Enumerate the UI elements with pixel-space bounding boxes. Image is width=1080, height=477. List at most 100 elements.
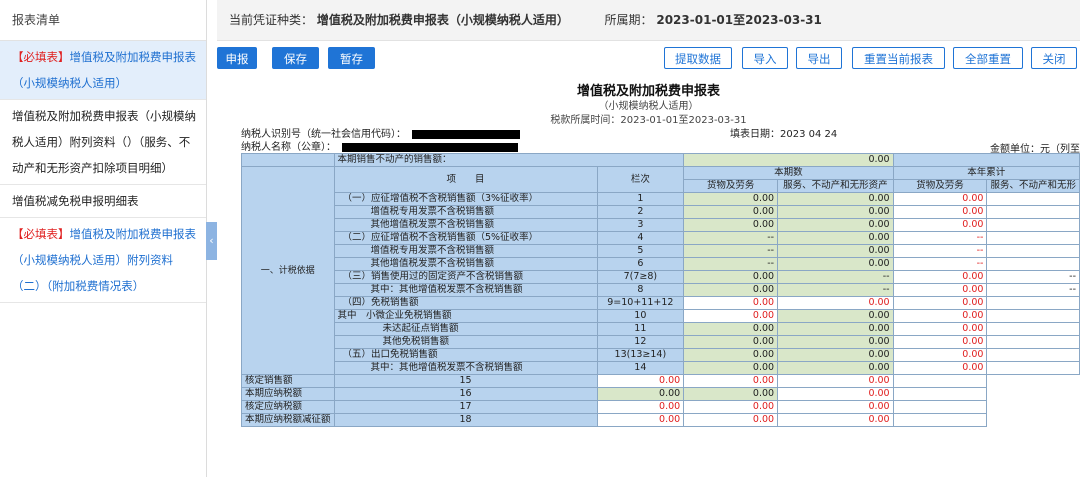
- cell-ytd-goods[interactable]: 0.00: [777, 387, 894, 401]
- cell-ytd-goods[interactable]: 0.00: [777, 374, 894, 388]
- sidebar-item[interactable]: 增值税减免税申报明细表: [0, 185, 206, 218]
- cell-period-goods[interactable]: 0.00: [683, 283, 779, 297]
- cell-ytd-goods[interactable]: 0.00: [892, 322, 988, 336]
- cell-ytd-goods[interactable]: 0.00: [892, 361, 988, 375]
- table-row: 其中 小微企业免税销售额 10 0.00 0.00 0.00: [242, 309, 1080, 323]
- cell-period-goods[interactable]: 0.00: [596, 413, 685, 427]
- cell-period-services[interactable]: 0.00: [683, 400, 779, 414]
- cell-ytd-goods[interactable]: 0.00: [892, 283, 988, 297]
- cell-ytd-services[interactable]: [986, 335, 1080, 349]
- cell-period-goods[interactable]: --: [683, 257, 779, 271]
- cell-ytd-services[interactable]: [986, 361, 1080, 375]
- row-col-number: 18: [333, 413, 598, 427]
- top-row-value[interactable]: 0.00: [683, 153, 894, 167]
- cell-ytd-services[interactable]: [986, 231, 1080, 245]
- cell-ytd-goods[interactable]: --: [892, 231, 988, 245]
- cell-period-services[interactable]: --: [777, 270, 894, 284]
- sidebar-item[interactable]: 增值税及附加税费申报表（小规模纳税人适用）附列资料（）（服务、不动产和无形资产扣…: [0, 100, 206, 185]
- cell-ytd-goods[interactable]: 0.00: [892, 335, 988, 349]
- cell-period-goods[interactable]: --: [683, 231, 779, 245]
- export-button[interactable]: 导出: [796, 47, 842, 69]
- cell-ytd-goods[interactable]: 0.00: [892, 296, 988, 310]
- row-item-label: 其中 小微企业免税销售额: [333, 309, 598, 323]
- cell-ytd-goods[interactable]: 0.00: [892, 348, 988, 362]
- cell-ytd-services[interactable]: [986, 348, 1080, 362]
- close-button[interactable]: 关闭: [1031, 47, 1077, 69]
- cell-period-services[interactable]: 0.00: [777, 348, 894, 362]
- cell-period-goods[interactable]: 0.00: [683, 322, 779, 336]
- cell-period-services[interactable]: 0.00: [683, 413, 779, 427]
- cell-period-services[interactable]: 0.00: [777, 244, 894, 258]
- cell-ytd-goods[interactable]: 0.00: [892, 192, 988, 206]
- cell-period-services[interactable]: 0.00: [683, 387, 779, 401]
- cell-ytd-services[interactable]: [892, 400, 988, 414]
- cell-ytd-goods[interactable]: 0.00: [892, 309, 988, 323]
- cell-period-goods[interactable]: 0.00: [683, 335, 779, 349]
- sidebar-item[interactable]: 【必填表】增值税及附加税费申报表（小规模纳税人适用）: [0, 41, 206, 100]
- sidebar-header: 报表清单: [0, 0, 206, 41]
- cell-ytd-services[interactable]: --: [986, 270, 1080, 284]
- cell-ytd-services[interactable]: [986, 296, 1080, 310]
- table-row: （二）应征增值税不含税销售额（5%征收率） 4 -- 0.00 --: [242, 231, 1080, 245]
- cell-ytd-services[interactable]: [986, 205, 1080, 219]
- cell-ytd-services[interactable]: [892, 374, 988, 388]
- save-button[interactable]: 保存: [272, 47, 319, 69]
- cell-ytd-goods[interactable]: 0.00: [892, 270, 988, 284]
- submit-button[interactable]: 申报: [217, 47, 257, 69]
- cell-period-services[interactable]: 0.00: [777, 218, 894, 232]
- sidebar-item[interactable]: 【必填表】增值税及附加税费申报表（小规模纳税人适用）附列资料（二）（附加税费情况…: [0, 218, 206, 303]
- cell-period-services[interactable]: 0.00: [777, 257, 894, 271]
- collapse-sidebar-icon[interactable]: ‹: [206, 222, 217, 260]
- cell-period-services[interactable]: 0.00: [777, 296, 894, 310]
- table-row: （三）销售使用过的固定资产不含税销售额 7(7≥8) 0.00 -- 0.00 --: [242, 270, 1080, 284]
- reset-current-button[interactable]: 重置当前报表: [852, 47, 945, 69]
- header-col: 栏次: [596, 166, 685, 193]
- cell-period-services[interactable]: 0.00: [777, 335, 894, 349]
- cell-period-services[interactable]: 0.00: [777, 205, 894, 219]
- cell-period-goods[interactable]: 0.00: [596, 387, 685, 401]
- cell-ytd-services[interactable]: [892, 387, 988, 401]
- cell-period-goods[interactable]: 0.00: [596, 374, 685, 388]
- cell-ytd-services[interactable]: [986, 192, 1080, 206]
- cell-ytd-services[interactable]: [986, 322, 1080, 336]
- cell-period-goods[interactable]: 0.00: [683, 205, 779, 219]
- voucher-label: 当前凭证种类：: [229, 13, 314, 27]
- row-item-label: （三）销售使用过的固定资产不含税销售额: [333, 270, 598, 284]
- cell-ytd-goods[interactable]: --: [892, 257, 988, 271]
- cell-period-services[interactable]: 0.00: [777, 309, 894, 323]
- cell-period-goods[interactable]: 0.00: [683, 361, 779, 375]
- cell-ytd-services[interactable]: [986, 244, 1080, 258]
- cell-ytd-goods[interactable]: 0.00: [892, 205, 988, 219]
- cell-period-goods[interactable]: 0.00: [683, 296, 779, 310]
- row-col-number: 10: [596, 309, 685, 323]
- cell-ytd-services[interactable]: --: [986, 283, 1080, 297]
- cell-ytd-services[interactable]: [986, 257, 1080, 271]
- cell-period-services[interactable]: 0.00: [777, 322, 894, 336]
- cell-period-services[interactable]: 0.00: [777, 361, 894, 375]
- cell-ytd-goods[interactable]: 0.00: [892, 218, 988, 232]
- cell-period-goods[interactable]: 0.00: [596, 400, 685, 414]
- cell-period-services[interactable]: 0.00: [683, 374, 779, 388]
- cell-ytd-services[interactable]: [986, 218, 1080, 232]
- cell-period-goods[interactable]: --: [683, 244, 779, 258]
- cell-ytd-goods[interactable]: 0.00: [777, 400, 894, 414]
- cell-ytd-services[interactable]: [892, 413, 988, 427]
- header-item: 项 目: [333, 166, 598, 193]
- cell-period-services[interactable]: 0.00: [777, 231, 894, 245]
- cell-period-services[interactable]: --: [777, 283, 894, 297]
- fetch-data-button[interactable]: 提取数据: [664, 47, 732, 69]
- cell-period-goods[interactable]: 0.00: [683, 218, 779, 232]
- temp-save-button[interactable]: 暂存: [328, 47, 375, 69]
- reset-all-button[interactable]: 全部重置: [953, 47, 1023, 69]
- cell-period-goods[interactable]: 0.00: [683, 309, 779, 323]
- import-button[interactable]: 导入: [742, 47, 788, 69]
- row-item-label: 核定应纳税额: [241, 400, 335, 414]
- cell-period-goods[interactable]: 0.00: [683, 270, 779, 284]
- cell-period-services[interactable]: 0.00: [777, 192, 894, 206]
- section-label: 一、计税依据: [241, 166, 335, 375]
- cell-ytd-goods[interactable]: --: [892, 244, 988, 258]
- cell-ytd-services[interactable]: [986, 309, 1080, 323]
- cell-period-goods[interactable]: 0.00: [683, 348, 779, 362]
- cell-period-goods[interactable]: 0.00: [683, 192, 779, 206]
- cell-ytd-goods[interactable]: 0.00: [777, 413, 894, 427]
